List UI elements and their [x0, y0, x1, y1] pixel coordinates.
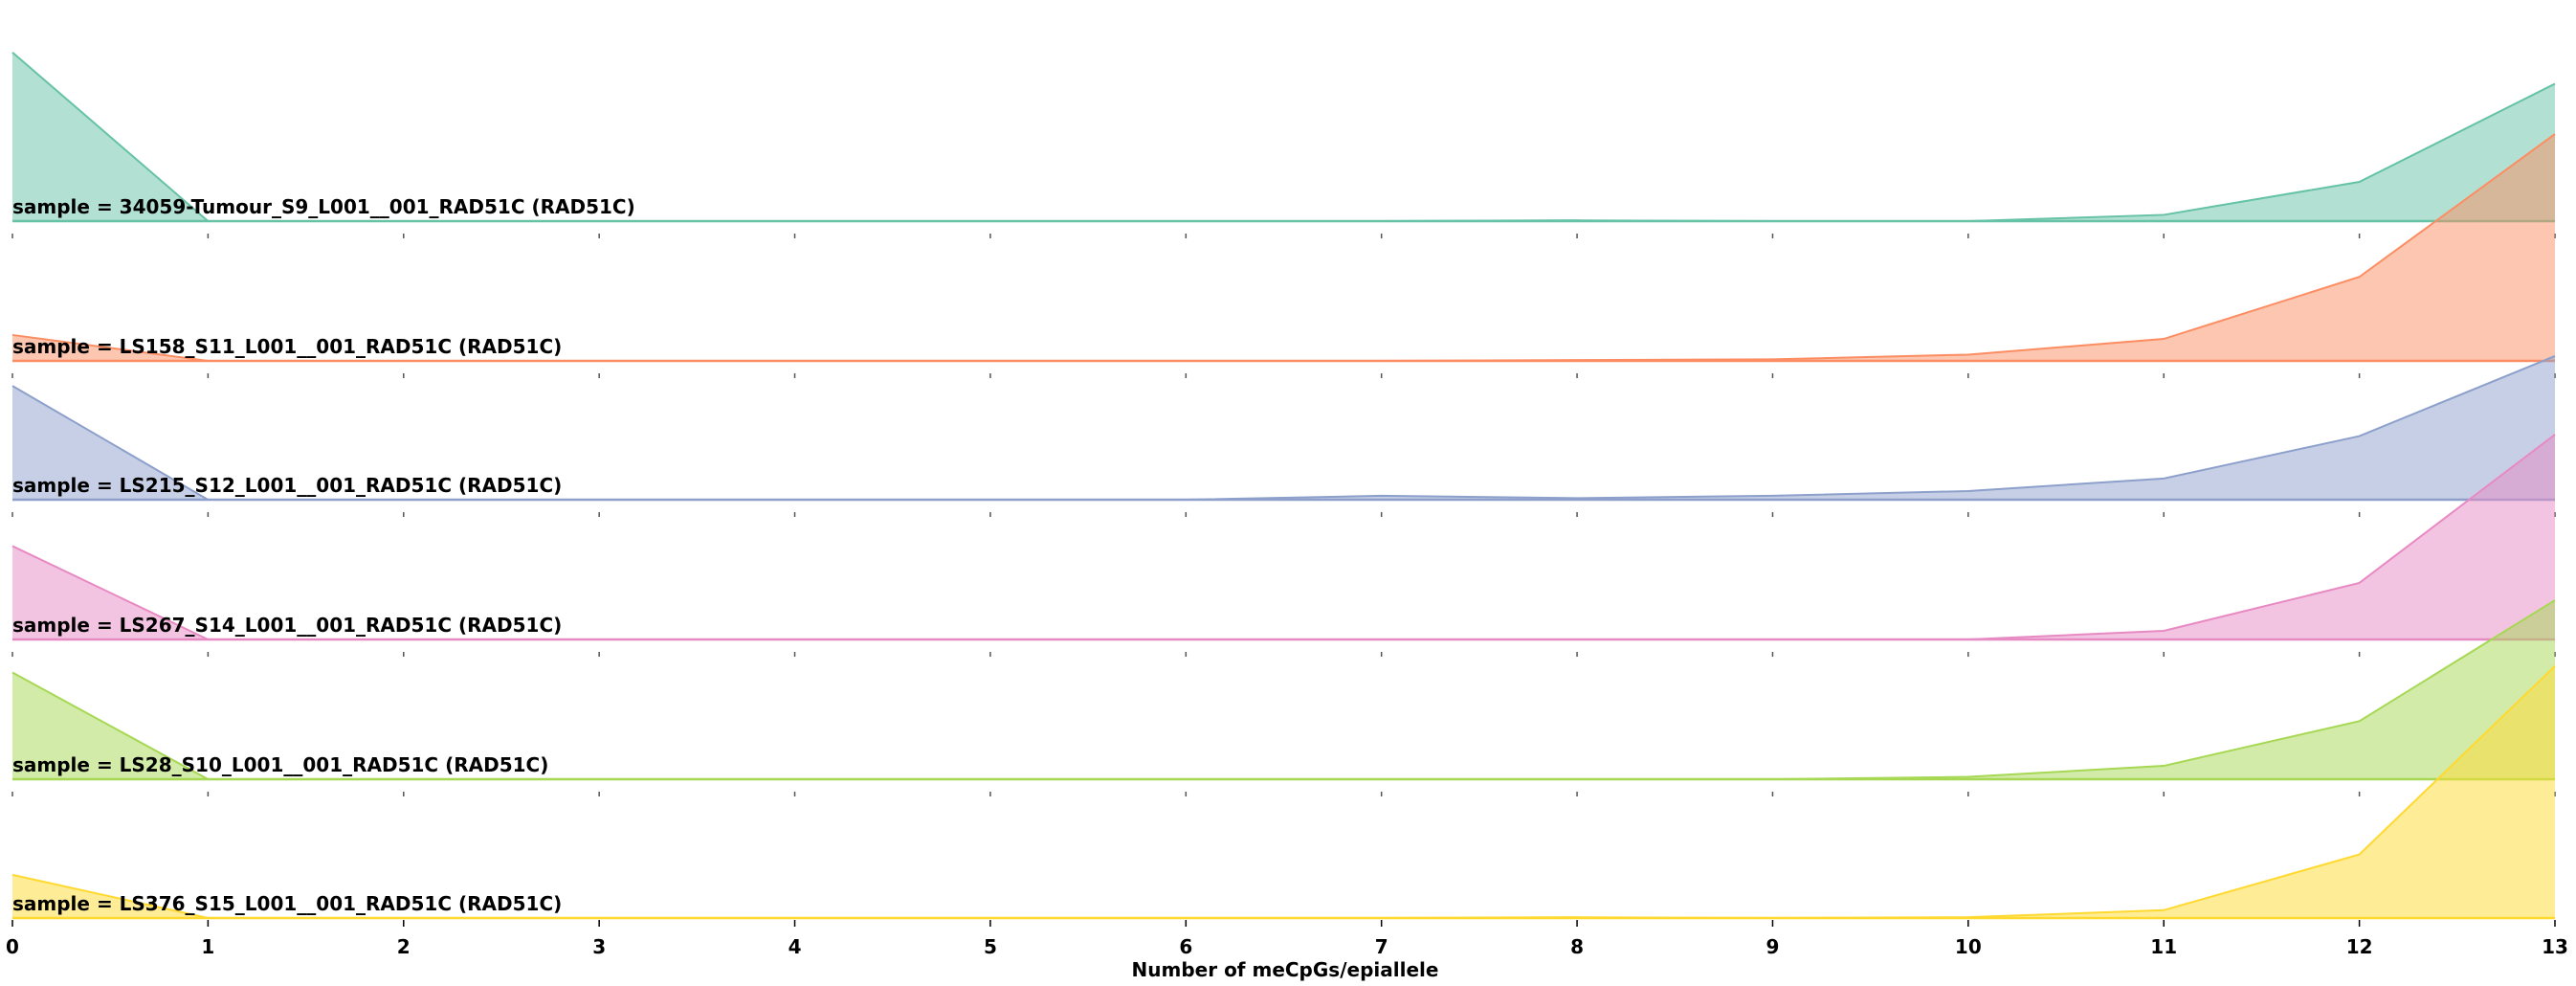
ridge-6: sample = LS376_S15_L001__001_RAD51C (RAD… — [11, 665, 2556, 920]
ridge-ticks — [11, 652, 2556, 657]
series-label: sample = LS28_S10_L001__001_RAD51C (RAD5… — [12, 753, 548, 776]
series-label: sample = LS215_S12_L001__001_RAD51C (RAD… — [12, 474, 562, 497]
x-tick-label: 4 — [788, 935, 802, 958]
ridge-area — [12, 434, 2555, 639]
ridge-area — [12, 134, 2555, 361]
x-axis-label: Number of meCpGs/epiallele — [1132, 958, 1439, 981]
ridge-4: sample = LS267_S14_L001__001_RAD51C (RAD… — [11, 434, 2556, 641]
ridge-2: sample = LS158_S11_L001__001_RAD51C (RAD… — [11, 133, 2556, 363]
x-axis: 0 1 2 3 4 5 6 7 8 9 10 11 12 13 — [6, 920, 2568, 958]
ridge-line — [11, 665, 2556, 920]
ridge-area — [12, 665, 2555, 918]
x-tick-label: 13 — [2542, 935, 2568, 958]
x-tick-label: 12 — [2346, 935, 2373, 958]
x-tick-label: 11 — [2150, 935, 2177, 958]
series-label: sample = LS267_S14_L001__001_RAD51C (RAD… — [12, 614, 562, 637]
x-tick-label: 10 — [1955, 935, 1982, 958]
ridge-line — [11, 434, 2556, 640]
x-tick-label: 0 — [6, 935, 19, 958]
ridge-3: sample = LS215_S12_L001__001_RAD51C (RAD… — [11, 355, 2556, 502]
x-tick-label: 3 — [592, 935, 606, 958]
x-tick-label: 2 — [397, 935, 411, 958]
ridgeline-chart: sample = 34059-Tumour_S9_L001__001_RAD51… — [6, 51, 2568, 981]
x-tick-label: 8 — [1570, 935, 1584, 958]
x-tick-label: 1 — [201, 935, 214, 958]
x-tick-label: 5 — [984, 935, 997, 958]
series-label: sample = LS158_S11_L001__001_RAD51C (RAD… — [12, 335, 562, 358]
ridge-ticks — [11, 512, 2556, 517]
series-label: sample = LS376_S15_L001__001_RAD51C (RAD… — [12, 892, 562, 915]
ridges: sample = 34059-Tumour_S9_L001__001_RAD51… — [11, 51, 2556, 920]
ridge-1: sample = 34059-Tumour_S9_L001__001_RAD51… — [11, 51, 2556, 223]
ridge-ticks — [11, 234, 2556, 238]
x-tick-label: 6 — [1179, 935, 1192, 958]
series-label: sample = 34059-Tumour_S9_L001__001_RAD51… — [12, 195, 635, 218]
ridge-ticks — [11, 373, 2556, 378]
ridge-ticks — [11, 792, 2556, 796]
x-tick-label: 7 — [1375, 935, 1388, 958]
x-tick-label: 9 — [1766, 935, 1780, 958]
ridge-line — [11, 133, 2556, 362]
